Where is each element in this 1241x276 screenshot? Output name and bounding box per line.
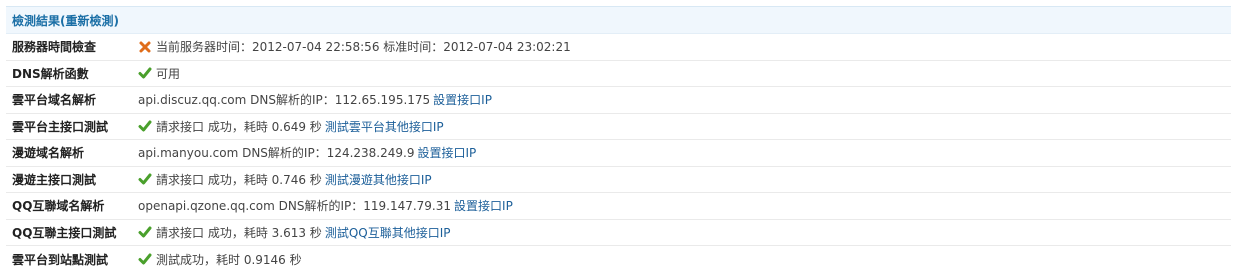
x-icon bbox=[139, 41, 151, 53]
test-manyou-other-ip-link[interactable]: 測試漫遊其他接口IP bbox=[325, 171, 432, 188]
row-label: QQ互聯主接口測試 bbox=[12, 225, 117, 240]
check-row-cloud-dns: 雲平台域名解析 api.discuz.qq.com DNS解析的IP：112.6… bbox=[6, 87, 1231, 114]
row-label: QQ互聯域名解析 bbox=[12, 199, 105, 214]
row-label: 雲平台到站點測試 bbox=[12, 252, 109, 267]
results-header[interactable]: 檢測結果(重新檢測) bbox=[6, 6, 1231, 34]
set-interface-ip-link[interactable]: 設置接口IP bbox=[454, 197, 513, 214]
check-row-qq-api: QQ互聯主接口測試 請求接口 成功，耗時 3.613 秒 測試QQ互聯其他接口I… bbox=[6, 220, 1231, 246]
check-row-server-time: 服務器時間檢查 当前服务器时间：2012-07-04 22:58:56 标准时间… bbox=[6, 34, 1231, 61]
check-icon bbox=[138, 226, 152, 238]
check-row-dns-function: DNS解析函數 可用 bbox=[6, 61, 1231, 87]
row-label: DNS解析函數 bbox=[12, 66, 89, 81]
row-text: 測試成功，耗时 0.9146 秒 bbox=[156, 252, 302, 267]
row-label: 漫遊域名解析 bbox=[12, 146, 85, 161]
set-interface-ip-link[interactable]: 設置接口IP bbox=[417, 144, 476, 161]
row-text: 請求接口 成功，耗時 0.746 秒 bbox=[156, 172, 322, 187]
row-text: 請求接口 成功，耗時 3.613 秒 bbox=[156, 225, 322, 240]
row-text: openapi.qzone.qq.com DNS解析的IP：119.147.79… bbox=[138, 199, 452, 214]
set-interface-ip-link[interactable]: 設置接口IP bbox=[433, 91, 492, 108]
test-qq-other-ip-link[interactable]: 測試QQ互聯其他接口IP bbox=[325, 224, 451, 241]
row-label: 漫遊主接口測試 bbox=[12, 172, 97, 187]
check-row-cloud-api: 雲平台主接口測試 請求接口 成功，耗時 0.649 秒 測試雲平台其他接口IP bbox=[6, 114, 1231, 140]
row-text: api.discuz.qq.com DNS解析的IP：112.65.195.17… bbox=[138, 93, 431, 108]
row-text: 可用 bbox=[156, 66, 181, 81]
check-icon bbox=[138, 67, 152, 79]
check-row-qq-dns: QQ互聯域名解析 openapi.qzone.qq.com DNS解析的IP：1… bbox=[6, 193, 1231, 220]
row-text: 当前服务器时间：2012-07-04 22:58:56 标准时间：2012-07… bbox=[156, 40, 571, 55]
row-label: 雲平台域名解析 bbox=[12, 93, 97, 108]
test-cloud-other-ip-link[interactable]: 測試雲平台其他接口IP bbox=[325, 118, 444, 135]
results-title[interactable]: 檢測結果(重新檢測) bbox=[12, 12, 119, 29]
check-row-site-test: 雲平台到站點測試 測試成功，耗时 0.9146 秒 bbox=[6, 246, 1231, 273]
check-row-manyou-dns: 漫遊域名解析 api.manyou.com DNS解析的IP：124.238.2… bbox=[6, 140, 1231, 167]
check-icon bbox=[138, 173, 152, 185]
check-icon bbox=[138, 120, 152, 132]
row-label: 雲平台主接口測試 bbox=[12, 119, 109, 134]
check-row-manyou-api: 漫遊主接口測試 請求接口 成功，耗時 0.746 秒 測試漫遊其他接口IP bbox=[6, 167, 1231, 193]
check-icon bbox=[138, 253, 152, 265]
row-text: api.manyou.com DNS解析的IP：124.238.249.9 bbox=[138, 146, 415, 161]
row-text: 請求接口 成功，耗時 0.649 秒 bbox=[156, 119, 322, 134]
check-results-panel: 檢測結果(重新檢測) 服務器時間檢查 当前服务器时间：2012-07-04 22… bbox=[6, 6, 1231, 273]
row-label: 服務器時間檢查 bbox=[12, 40, 97, 55]
